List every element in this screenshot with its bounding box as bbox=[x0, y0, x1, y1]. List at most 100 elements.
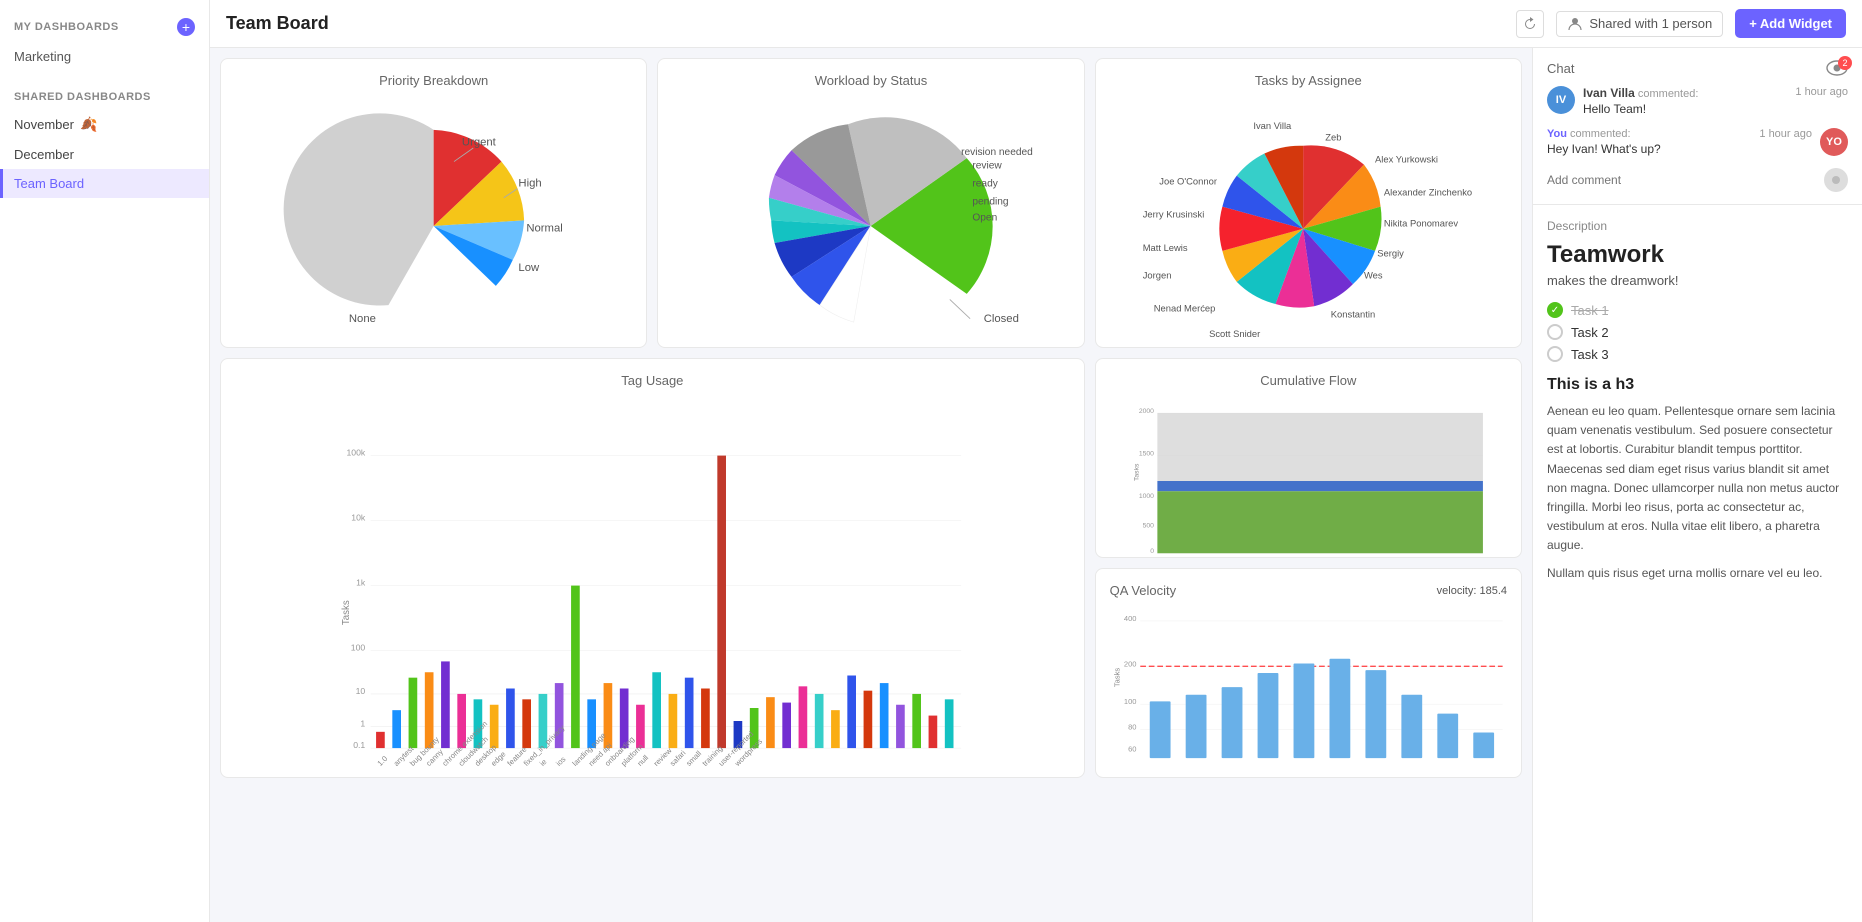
sidebar-november-label: November bbox=[14, 117, 74, 132]
sidebar: MY DASHBOARDS + Marketing SHARED DASHBOA… bbox=[0, 0, 210, 922]
scott-label: Scott Snider bbox=[1209, 328, 1260, 339]
task-list: ✓ Task 1 Task 2 Task 3 bbox=[1547, 302, 1848, 362]
chat-header: Chat 2 bbox=[1547, 60, 1848, 76]
chat-input[interactable] bbox=[1547, 173, 1816, 187]
eye-badge[interactable]: 2 bbox=[1826, 60, 1848, 76]
alexander-label: Alexander Zinchenko bbox=[1384, 187, 1472, 198]
svg-text:1000: 1000 bbox=[1139, 493, 1154, 500]
joe-label: Joe O'Connor bbox=[1159, 176, 1217, 187]
assignee-widget: Tasks by Assignee Zeb bbox=[1095, 58, 1522, 348]
svg-text:1: 1 bbox=[360, 718, 365, 728]
send-icon bbox=[1831, 175, 1841, 185]
assignee-chart: Zeb Alex Yurkowski Alexander Zinchenko N… bbox=[1110, 96, 1507, 348]
zeb-label: Zeb bbox=[1325, 131, 1341, 142]
ivan-avatar: IV bbox=[1547, 86, 1575, 114]
cumulative-title: Cumulative Flow bbox=[1110, 373, 1507, 388]
bar-1 bbox=[376, 732, 385, 748]
bar-5 bbox=[441, 661, 450, 748]
svg-text:Tasks: Tasks bbox=[1112, 668, 1121, 688]
description-label: Description bbox=[1547, 219, 1848, 233]
task1-check[interactable]: ✓ bbox=[1547, 302, 1563, 318]
add-widget-button[interactable]: + Add Widget bbox=[1735, 9, 1846, 38]
description-subtitle: makes the dreamwork! bbox=[1547, 273, 1848, 288]
task2-label: Task 2 bbox=[1571, 325, 1609, 340]
revision-label: revision needed bbox=[961, 147, 1033, 158]
review-label: review bbox=[973, 160, 1003, 171]
svg-text:500: 500 bbox=[1142, 523, 1154, 530]
bar-17 bbox=[636, 705, 645, 748]
send-button[interactable] bbox=[1824, 168, 1848, 192]
task-item-3: Task 3 bbox=[1547, 346, 1848, 362]
you-avatar: YO bbox=[1820, 128, 1848, 156]
qa-chart: 400 200 100 80 60 Tasks bbox=[1110, 602, 1507, 772]
cumulative-chart: 2000 1500 1000 500 0 Tasks bbox=[1110, 396, 1507, 558]
svg-text:60: 60 bbox=[1128, 744, 1136, 753]
svg-text:200: 200 bbox=[1124, 659, 1137, 668]
shared-dashboards-label: SHARED DASHBOARDS bbox=[14, 91, 151, 103]
chat-input-row bbox=[1547, 168, 1848, 192]
sidebar-december-label: December bbox=[14, 147, 74, 162]
task3-check[interactable] bbox=[1547, 346, 1563, 362]
ivan-time: 1 hour ago bbox=[1795, 86, 1848, 100]
svg-text:100: 100 bbox=[351, 643, 366, 653]
svg-text:10: 10 bbox=[356, 686, 366, 696]
sidebar-team-board-label: Team Board bbox=[14, 176, 84, 191]
nikita-label: Nikita Ponomarev bbox=[1384, 218, 1458, 229]
tag-usage-widget: Tag Usage 100k 10k 1k 100 10 1 0.1 Tasks bbox=[220, 358, 1085, 778]
chat-title: Chat bbox=[1547, 61, 1574, 76]
svg-text:small: small bbox=[684, 749, 703, 768]
sidebar-item-december[interactable]: December bbox=[0, 140, 209, 169]
task2-check[interactable] bbox=[1547, 324, 1563, 340]
svg-text:100k: 100k bbox=[346, 448, 365, 458]
november-emoji: 🍂 bbox=[80, 116, 97, 133]
svg-text:Tasks: Tasks bbox=[341, 600, 352, 625]
sidebar-item-team-board[interactable]: Team Board bbox=[0, 169, 209, 198]
bar-22 bbox=[717, 456, 726, 749]
qa-velocity-widget: QA Velocity velocity: 185.4 400 200 100 … bbox=[1095, 568, 1522, 778]
svg-text:2000: 2000 bbox=[1139, 408, 1154, 415]
priority-title: Priority Breakdown bbox=[235, 73, 632, 88]
refresh-button[interactable] bbox=[1516, 10, 1544, 38]
badge-count: 2 bbox=[1838, 56, 1852, 70]
sidebar-item-november[interactable]: November 🍂 bbox=[0, 109, 209, 140]
add-widget-label: + Add Widget bbox=[1749, 16, 1832, 31]
nenad-label: Nenad Merćep bbox=[1153, 303, 1215, 314]
bar-10 bbox=[522, 699, 531, 748]
you-meta: You commented: 1 hour ago bbox=[1547, 128, 1812, 140]
right-panel: Chat 2 IV Ivan Villa commented: bbox=[1532, 48, 1862, 922]
wes-label: Wes bbox=[1364, 270, 1383, 281]
bar-19 bbox=[669, 694, 678, 748]
content-area: Priority Breakdown Urgent High Normal bbox=[210, 48, 1862, 922]
topbar: Team Board Shared with 1 person + Add Wi… bbox=[210, 0, 1862, 48]
you-label: You bbox=[1547, 128, 1567, 140]
pending-label: pending bbox=[973, 197, 1009, 208]
qa-velocity-value: velocity: 185.4 bbox=[1437, 585, 1507, 597]
none-label: None bbox=[349, 313, 376, 325]
svg-text:80: 80 bbox=[1128, 723, 1136, 732]
task1-label: Task 1 bbox=[1571, 303, 1609, 318]
description-section: Description Teamwork makes the dreamwork… bbox=[1533, 205, 1862, 922]
right-charts-col: Cumulative Flow 2000 1500 1000 500 0 Tas… bbox=[1095, 358, 1522, 778]
add-dashboard-button[interactable]: + bbox=[177, 18, 195, 36]
chat-section: Chat 2 IV Ivan Villa commented: bbox=[1533, 48, 1862, 205]
shared-button[interactable]: Shared with 1 person bbox=[1556, 11, 1723, 37]
ivan-name: Ivan Villa bbox=[1583, 86, 1635, 100]
workload-widget: Workload by Status bbox=[657, 58, 1084, 348]
task-item-1: ✓ Task 1 bbox=[1547, 302, 1848, 318]
svg-text:1500: 1500 bbox=[1139, 451, 1154, 458]
description-h3: This is a h3 bbox=[1547, 376, 1848, 394]
svg-text:0: 0 bbox=[1150, 548, 1154, 555]
page-title: Team Board bbox=[226, 13, 1504, 34]
svg-text:ios: ios bbox=[554, 755, 567, 768]
bar-13 bbox=[571, 586, 580, 749]
svg-text:0.1: 0.1 bbox=[353, 740, 365, 750]
matt-label: Matt Lewis bbox=[1142, 242, 1187, 253]
sidebar-item-marketing[interactable]: Marketing bbox=[0, 42, 209, 71]
priority-breakdown-widget: Priority Breakdown Urgent High Normal bbox=[220, 58, 647, 348]
urgent-label: Urgent bbox=[462, 137, 497, 149]
svg-text:400: 400 bbox=[1124, 614, 1137, 623]
priority-chart: Urgent High Normal Low None bbox=[235, 96, 632, 348]
description-heading: Teamwork bbox=[1547, 241, 1848, 269]
description-para1: Aenean eu leo quam. Pellentesque ornare … bbox=[1547, 402, 1848, 556]
high-label: High bbox=[518, 177, 541, 189]
